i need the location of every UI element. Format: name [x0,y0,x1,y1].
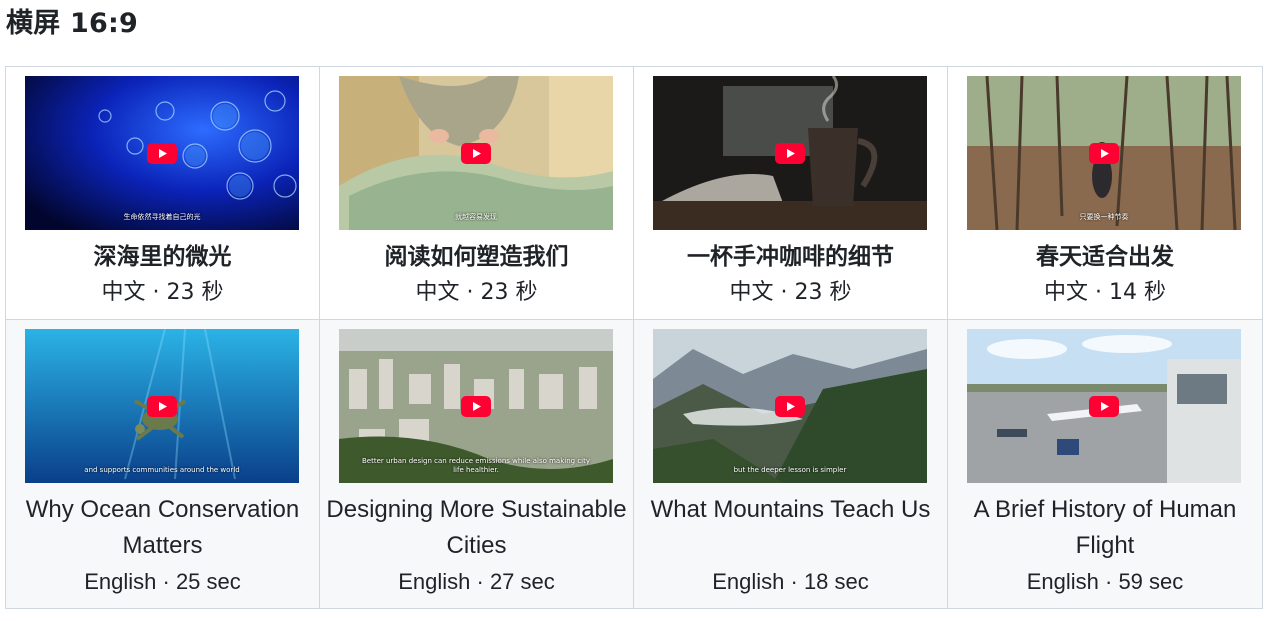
video-thumbnail[interactable]: 只要换一种节奏 [967,76,1241,230]
video-meta: 中文 · 23 秒 [415,280,538,305]
play-icon[interactable] [775,396,805,417]
play-icon[interactable] [147,396,177,417]
video-title[interactable]: 一杯手冲咖啡的细节 [638,239,943,275]
video-grid: 生命依然寻找着自己的光 深海里的微光 中文 · 23 秒 就越容易发现 阅读如何… [5,66,1263,609]
video-meta: 中文 · 23 秒 [101,280,224,305]
play-icon[interactable] [1089,143,1119,164]
play-icon[interactable] [461,396,491,417]
video-subtitle-caption: but the deeper lesson is simpler [733,466,847,474]
video-thumbnail[interactable]: and supports communities around the worl… [25,329,299,483]
video-thumbnail[interactable] [653,76,927,230]
video-subtitle-caption: 就越容易发现 [455,213,497,221]
video-meta: English · 59 sec [1026,569,1184,594]
video-title[interactable]: 春天适合出发 [952,239,1258,275]
video-card: 就越容易发现 阅读如何塑造我们 中文 · 23 秒 [320,67,634,320]
video-title[interactable]: Why Ocean Conservation Matters [10,492,315,564]
video-subtitle-caption: and supports communities around the worl… [84,466,240,474]
video-subtitle-caption: 生命依然寻找着自己的光 [123,213,201,221]
video-thumbnail[interactable]: but the deeper lesson is simpler [653,329,927,483]
video-meta: 中文 · 14 秒 [1044,280,1166,305]
video-meta: English · 27 sec [398,569,555,594]
video-card: Better urban design can reduce emissions… [320,320,634,608]
video-card: 生命依然寻找着自己的光 深海里的微光 中文 · 23 秒 [6,67,320,320]
video-title[interactable]: 深海里的微光 [10,239,315,275]
video-meta: 中文 · 23 秒 [729,280,852,305]
play-icon[interactable] [147,143,177,164]
page-title: 横屏 16:9 [6,8,138,39]
video-card: 只要换一种节奏 春天适合出发 中文 · 14 秒 [948,67,1262,320]
video-meta: English · 25 sec [84,569,241,594]
video-card: and supports communities around the worl… [6,320,320,608]
video-card: but the deeper lesson is simpler What Mo… [634,320,948,608]
video-meta: English · 18 sec [712,569,869,594]
video-thumbnail[interactable] [967,329,1241,483]
video-title[interactable]: A Brief History of Human Flight [952,492,1258,564]
video-thumbnail[interactable]: 生命依然寻找着自己的光 [25,76,299,230]
video-subtitle-caption: 只要换一种节奏 [1079,213,1129,221]
video-thumbnail[interactable]: Better urban design can reduce emissions… [339,329,613,483]
play-icon[interactable] [775,143,805,164]
video-title[interactable]: What Mountains Teach Us [638,492,943,528]
video-subtitle-caption: Better urban design can reduce emissions… [361,457,591,474]
video-thumbnail[interactable]: 就越容易发现 [339,76,613,230]
video-title[interactable]: 阅读如何塑造我们 [324,239,629,275]
play-icon[interactable] [461,143,491,164]
video-title[interactable]: Designing More Sustainable Cities [324,492,629,564]
video-card: 一杯手冲咖啡的细节 中文 · 23 秒 [634,67,948,320]
video-card: A Brief History of Human Flight English … [948,320,1262,608]
play-icon[interactable] [1089,396,1119,417]
